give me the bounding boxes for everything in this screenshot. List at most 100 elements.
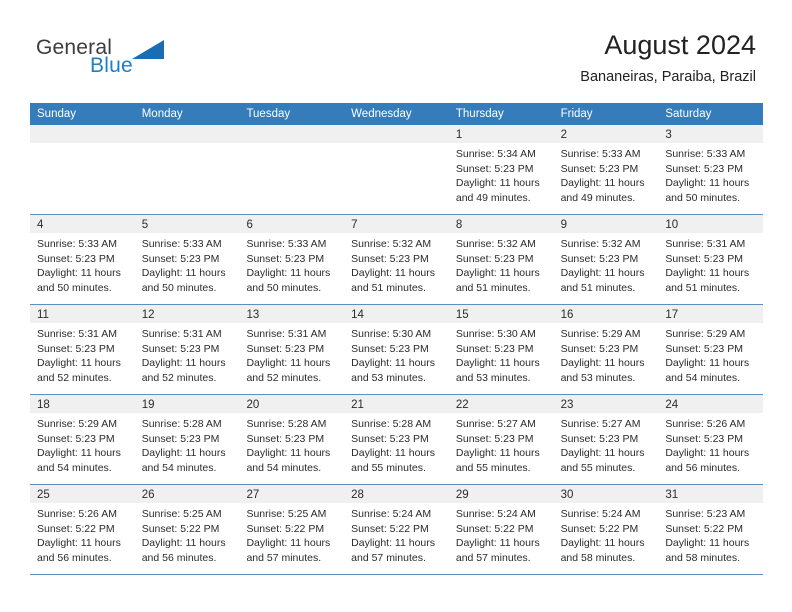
day-info: Sunrise: 5:27 AM Sunset: 5:23 PM Daylight:…	[449, 413, 554, 475]
day-cell-8[interactable]: 8 Sunrise: 5:32 AM Sunset: 5:23 PM Daylight…	[448, 215, 554, 304]
day-number-band: 20	[239, 395, 345, 413]
day-number: 27	[246, 489, 260, 501]
day-cell-31[interactable]: 31 Sunrise: 5:23 AM Sunset: 5:22 PM Dayligh…	[658, 485, 764, 574]
day-number-band: 30	[553, 485, 659, 503]
day-info-line: Daylight: 11 hours	[560, 537, 645, 550]
day-info-line: Sunset: 5:23 PM	[665, 342, 743, 355]
day-info: Sunrise: 5:33 AM Sunset: 5:23 PM Daylight:…	[658, 143, 763, 205]
day-cell-30[interactable]: 30 Sunrise: 5:24 AM Sunset: 5:22 PM Dayligh…	[553, 485, 659, 574]
day-info-line: Sunset: 5:23 PM	[37, 342, 115, 355]
day-number-band: 17	[658, 305, 764, 323]
day-info-line: Sunset: 5:23 PM	[455, 342, 534, 355]
day-info-line: Sunrise: 5:30 AM	[455, 328, 536, 340]
day-number-band: 7	[344, 215, 449, 233]
day-cell-29[interactable]: 29 Sunrise: 5:24 AM Sunset: 5:22 PM Dayligh…	[448, 485, 554, 574]
day-cell-9[interactable]: 9 Sunrise: 5:32 AM Sunset: 5:23 PM Daylight…	[553, 215, 659, 304]
day-info-line: Sunrise: 5:31 AM	[141, 328, 222, 340]
day-info-line: Sunset: 5:23 PM	[560, 162, 639, 175]
day-number: 21	[351, 399, 364, 411]
day-info-line: Sunset: 5:23 PM	[455, 432, 534, 445]
day-cell-4[interactable]: 4 Sunrise: 5:33 AM Sunset: 5:23 PM Daylight…	[30, 215, 135, 304]
day-info: Sunrise: 5:24 AM Sunset: 5:22 PM Daylight:…	[344, 503, 449, 565]
day-cell-15[interactable]: 15 Sunrise: 5:30 AM Sunset: 5:23 PM Dayligh…	[448, 305, 554, 394]
day-number-band	[239, 125, 345, 143]
day-info-line: Sunset: 5:23 PM	[246, 432, 325, 445]
day-info-line: and 53 minutes.	[560, 371, 636, 384]
day-number-band: 15	[448, 305, 554, 323]
day-info: Sunrise: 5:29 AM Sunset: 5:23 PM Daylight:…	[658, 323, 763, 385]
day-info-line: Daylight: 11 hours	[37, 537, 121, 550]
logo-text-blue: Blue	[90, 54, 133, 77]
day-cell-26[interactable]: 26 Sunrise: 5:25 AM Sunset: 5:22 PM Dayligh…	[134, 485, 240, 574]
day-cell-22[interactable]: 22 Sunrise: 5:27 AM Sunset: 5:23 PM Dayligh…	[448, 395, 554, 484]
day-info-line: Daylight: 11 hours	[560, 267, 645, 280]
day-cell-2[interactable]: 2 Sunrise: 5:33 AM Sunset: 5:23 PM Daylight…	[553, 125, 659, 214]
day-number-band: 31	[658, 485, 764, 503]
day-info-line: Sunrise: 5:26 AM	[37, 508, 117, 520]
day-cell-6[interactable]: 6 Sunrise: 5:33 AM Sunset: 5:23 PM Daylight…	[239, 215, 345, 304]
day-cell-21[interactable]: 21 Sunrise: 5:28 AM Sunset: 5:23 PM Dayligh…	[344, 395, 449, 484]
day-info: Sunrise: 5:33 AM Sunset: 5:23 PM Daylight:…	[135, 233, 240, 295]
day-number-band: 8	[448, 215, 554, 233]
day-info-line: Daylight: 11 hours	[37, 267, 121, 280]
day-cell-12[interactable]: 12 Sunrise: 5:31 AM Sunset: 5:23 PM Dayligh…	[134, 305, 240, 394]
day-number: 5	[141, 219, 149, 231]
day-number-band: 5	[134, 215, 240, 233]
day-cell-23[interactable]: 23 Sunrise: 5:27 AM Sunset: 5:23 PM Dayligh…	[553, 395, 659, 484]
day-cell-14[interactable]: 14 Sunrise: 5:30 AM Sunset: 5:23 PM Dayligh…	[344, 305, 449, 394]
day-cell-16[interactable]: 16 Sunrise: 5:29 AM Sunset: 5:23 PM Dayligh…	[553, 305, 659, 394]
day-number-band: 1	[448, 125, 554, 143]
day-cell-3[interactable]: 3 Sunrise: 5:33 AM Sunset: 5:23 PM Daylight…	[658, 125, 764, 214]
day-number: 1	[455, 129, 463, 141]
day-number-band: 9	[553, 215, 659, 233]
day-info-line: Daylight: 11 hours	[141, 537, 226, 550]
weekday-header-sunday: Sunday	[37, 108, 77, 120]
title-block: August 2024 Bananeiras, Paraiba, Brazil	[580, 28, 756, 87]
day-info-line: Daylight: 11 hours	[351, 357, 436, 370]
day-number: 3	[665, 129, 672, 141]
day-cell-28[interactable]: 28 Sunrise: 5:24 AM Sunset: 5:22 PM Dayligh…	[344, 485, 449, 574]
day-info: Sunrise: 5:33 AM Sunset: 5:23 PM Daylight:…	[239, 233, 344, 295]
day-info-line: Sunrise: 5:33 AM	[246, 238, 327, 250]
day-info-line: Sunrise: 5:33 AM	[665, 148, 746, 160]
day-info-line: Sunrise: 5:32 AM	[351, 238, 432, 250]
day-info-line: Sunset: 5:22 PM	[351, 522, 429, 535]
general-blue-logo[interactable]: General Blue	[36, 36, 226, 82]
day-info: Sunrise: 5:34 AM Sunset: 5:23 PM Daylight:…	[449, 143, 554, 205]
day-info: Sunrise: 5:24 AM Sunset: 5:22 PM Daylight:…	[554, 503, 659, 565]
day-cell-1[interactable]: 1 Sunrise: 5:34 AM Sunset: 5:23 PM Daylight…	[448, 125, 554, 214]
day-number-band: 23	[553, 395, 659, 413]
day-info-line: Sunrise: 5:28 AM	[141, 418, 222, 430]
day-info-line: Daylight: 11 hours	[560, 447, 645, 460]
day-cell-11[interactable]: 11 Sunrise: 5:31 AM Sunset: 5:23 PM Dayligh…	[30, 305, 135, 394]
day-cell-27[interactable]: 27 Sunrise: 5:25 AM Sunset: 5:22 PM Dayligh…	[239, 485, 345, 574]
day-cell-5[interactable]: 5 Sunrise: 5:33 AM Sunset: 5:23 PM Daylight…	[134, 215, 240, 304]
day-number-band: 18	[30, 395, 135, 413]
day-cell-10[interactable]: 10 Sunrise: 5:31 AM Sunset: 5:23 PM Dayligh…	[658, 215, 764, 304]
day-info-line: Sunset: 5:23 PM	[560, 252, 639, 265]
day-number: 7	[351, 219, 358, 231]
day-number: 16	[560, 309, 574, 321]
day-info: Sunrise: 5:24 AM Sunset: 5:22 PM Daylight:…	[449, 503, 554, 565]
day-info-line: Sunset: 5:23 PM	[455, 162, 534, 175]
day-cell-19[interactable]: 19 Sunrise: 5:28 AM Sunset: 5:23 PM Dayligh…	[134, 395, 240, 484]
day-cell-17[interactable]: 17 Sunrise: 5:29 AM Sunset: 5:23 PM Dayligh…	[658, 305, 764, 394]
day-info-line: Sunset: 5:23 PM	[37, 252, 115, 265]
day-info-line: Sunset: 5:23 PM	[560, 342, 639, 355]
day-info-line: Sunrise: 5:25 AM	[246, 508, 327, 520]
day-cell-25[interactable]: 25 Sunrise: 5:26 AM Sunset: 5:22 PM Dayligh…	[30, 485, 135, 574]
day-cell-24[interactable]: 24 Sunrise: 5:26 AM Sunset: 5:23 PM Dayligh…	[658, 395, 764, 484]
day-info-line: and 50 minutes.	[665, 191, 741, 204]
day-info-line: Daylight: 11 hours	[665, 537, 750, 550]
day-info: Sunrise: 5:29 AM Sunset: 5:23 PM Daylight:…	[30, 413, 135, 475]
page-header: General Blue August 2024 Bananeiras, Par…	[0, 0, 792, 103]
day-cell-18[interactable]: 18 Sunrise: 5:29 AM Sunset: 5:23 PM Dayligh…	[30, 395, 135, 484]
day-cell-20[interactable]: 20 Sunrise: 5:28 AM Sunset: 5:23 PM Dayligh…	[239, 395, 345, 484]
day-number: 31	[665, 489, 679, 501]
day-info: Sunrise: 5:26 AM Sunset: 5:23 PM Daylight:…	[658, 413, 763, 475]
calendar-week-row: 18 Sunrise: 5:29 AM Sunset: 5:23 PM Dayligh…	[30, 395, 764, 485]
day-cell-7[interactable]: 7 Sunrise: 5:32 AM Sunset: 5:23 PM Daylight…	[344, 215, 449, 304]
day-info-line: and 55 minutes.	[351, 461, 426, 474]
day-info-line: Daylight: 11 hours	[351, 537, 436, 550]
day-cell-13[interactable]: 13 Sunrise: 5:31 AM Sunset: 5:23 PM Dayligh…	[239, 305, 345, 394]
